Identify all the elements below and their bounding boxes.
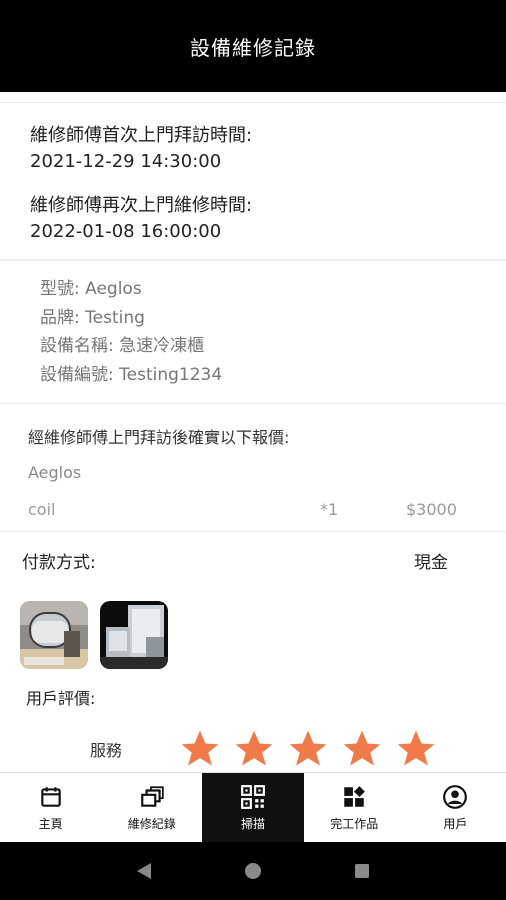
nav-item-scan[interactable]: 掃描 [202,773,304,843]
qr-code-icon [241,785,265,809]
kitchen-appliance-photo [100,601,168,669]
quote-card: 經維修師傅上門拜訪後確實以下報價: Aeglos coil *1 $3000 [0,404,506,532]
quote-model: Aeglos [28,463,82,482]
quote-intro: 經維修師傅上門拜訪後確實以下報價: [28,428,290,447]
system-navigation-bar [0,842,506,900]
device-name: 設備名稱: 急速冷凍櫃 [40,336,205,356]
back-icon[interactable] [133,860,155,882]
user-icon [443,785,468,809]
mirror-cabinet-photo [20,601,88,669]
nav-item-records[interactable]: 維修紀錄 [101,773,202,843]
nav-label: 掃描 [241,817,266,831]
device-model: 型號: Aeglos [40,279,142,299]
quote-item-qty: *1 [320,499,339,519]
nav-label: 維修紀錄 [127,817,176,831]
quote-item-price: $3000 [406,499,457,519]
quote-line-item: coil *1 $3000 [28,497,478,521]
divider [0,92,506,103]
device-info-card: 型號: Aeglos 品牌: Testing 設備名稱: 急速冷凍櫃 設備編號:… [0,261,506,404]
photo-thumbnail[interactable] [20,601,88,669]
nav-label: 完工作品 [330,817,379,831]
star-icon[interactable] [286,727,330,771]
payment-label: 付款方式: [22,553,96,573]
photo-gallery [0,588,506,669]
second-visit-label: 維修師傅再次上門維修時間: [30,195,253,216]
home-icon[interactable] [242,860,264,882]
boxes-icon [140,786,164,807]
service-label: 服務 [90,741,123,760]
nav-item-works[interactable]: 完工作品 [304,773,405,843]
calendar-icon [40,787,61,807]
nav-item-home[interactable]: 主頁 [0,773,101,843]
page-title: 設備維修記錄 [190,35,316,60]
nav-label: 主頁 [38,817,63,831]
star-icon[interactable] [232,727,276,771]
payment-value: 現金 [414,553,448,573]
second-visit-time: 2022-01-08 16:00:00 [30,221,222,242]
quote-item-name: coil [28,499,56,519]
star-icon[interactable] [394,727,438,771]
bottom-nav: 主頁 維修紀錄 掃描 完工作品 用戶 [0,772,506,843]
payment-row: 付款方式: 現金 [0,532,506,588]
first-visit-time: 2021-12-29 14:30:00 [30,151,222,172]
visit-times-card: 維修師傅首次上門拜訪時間: 2021-12-29 14:30:00 維修師傅再次… [0,103,506,261]
service-rating: 服務 [0,709,506,771]
nav-item-user[interactable]: 用戶 [405,773,506,843]
review-label: 用戶評價: [26,689,96,708]
photo-thumbnail[interactable] [100,601,168,669]
recents-icon[interactable] [351,860,373,882]
star-icon[interactable] [178,727,222,771]
dashboard-icon [344,786,366,807]
app-header: 設備維修記錄 [0,0,506,92]
device-brand: 品牌: Testing [40,307,145,328]
first-visit-label: 維修師傅首次上門拜訪時間: [30,125,253,146]
nav-label: 用戶 [443,817,468,831]
star-icon[interactable] [340,727,384,771]
content-scroll[interactable]: 維修師傅首次上門拜訪時間: 2021-12-29 14:30:00 維修師傅再次… [0,92,506,772]
device-serial: 設備編號: Testing1234 [40,364,223,385]
